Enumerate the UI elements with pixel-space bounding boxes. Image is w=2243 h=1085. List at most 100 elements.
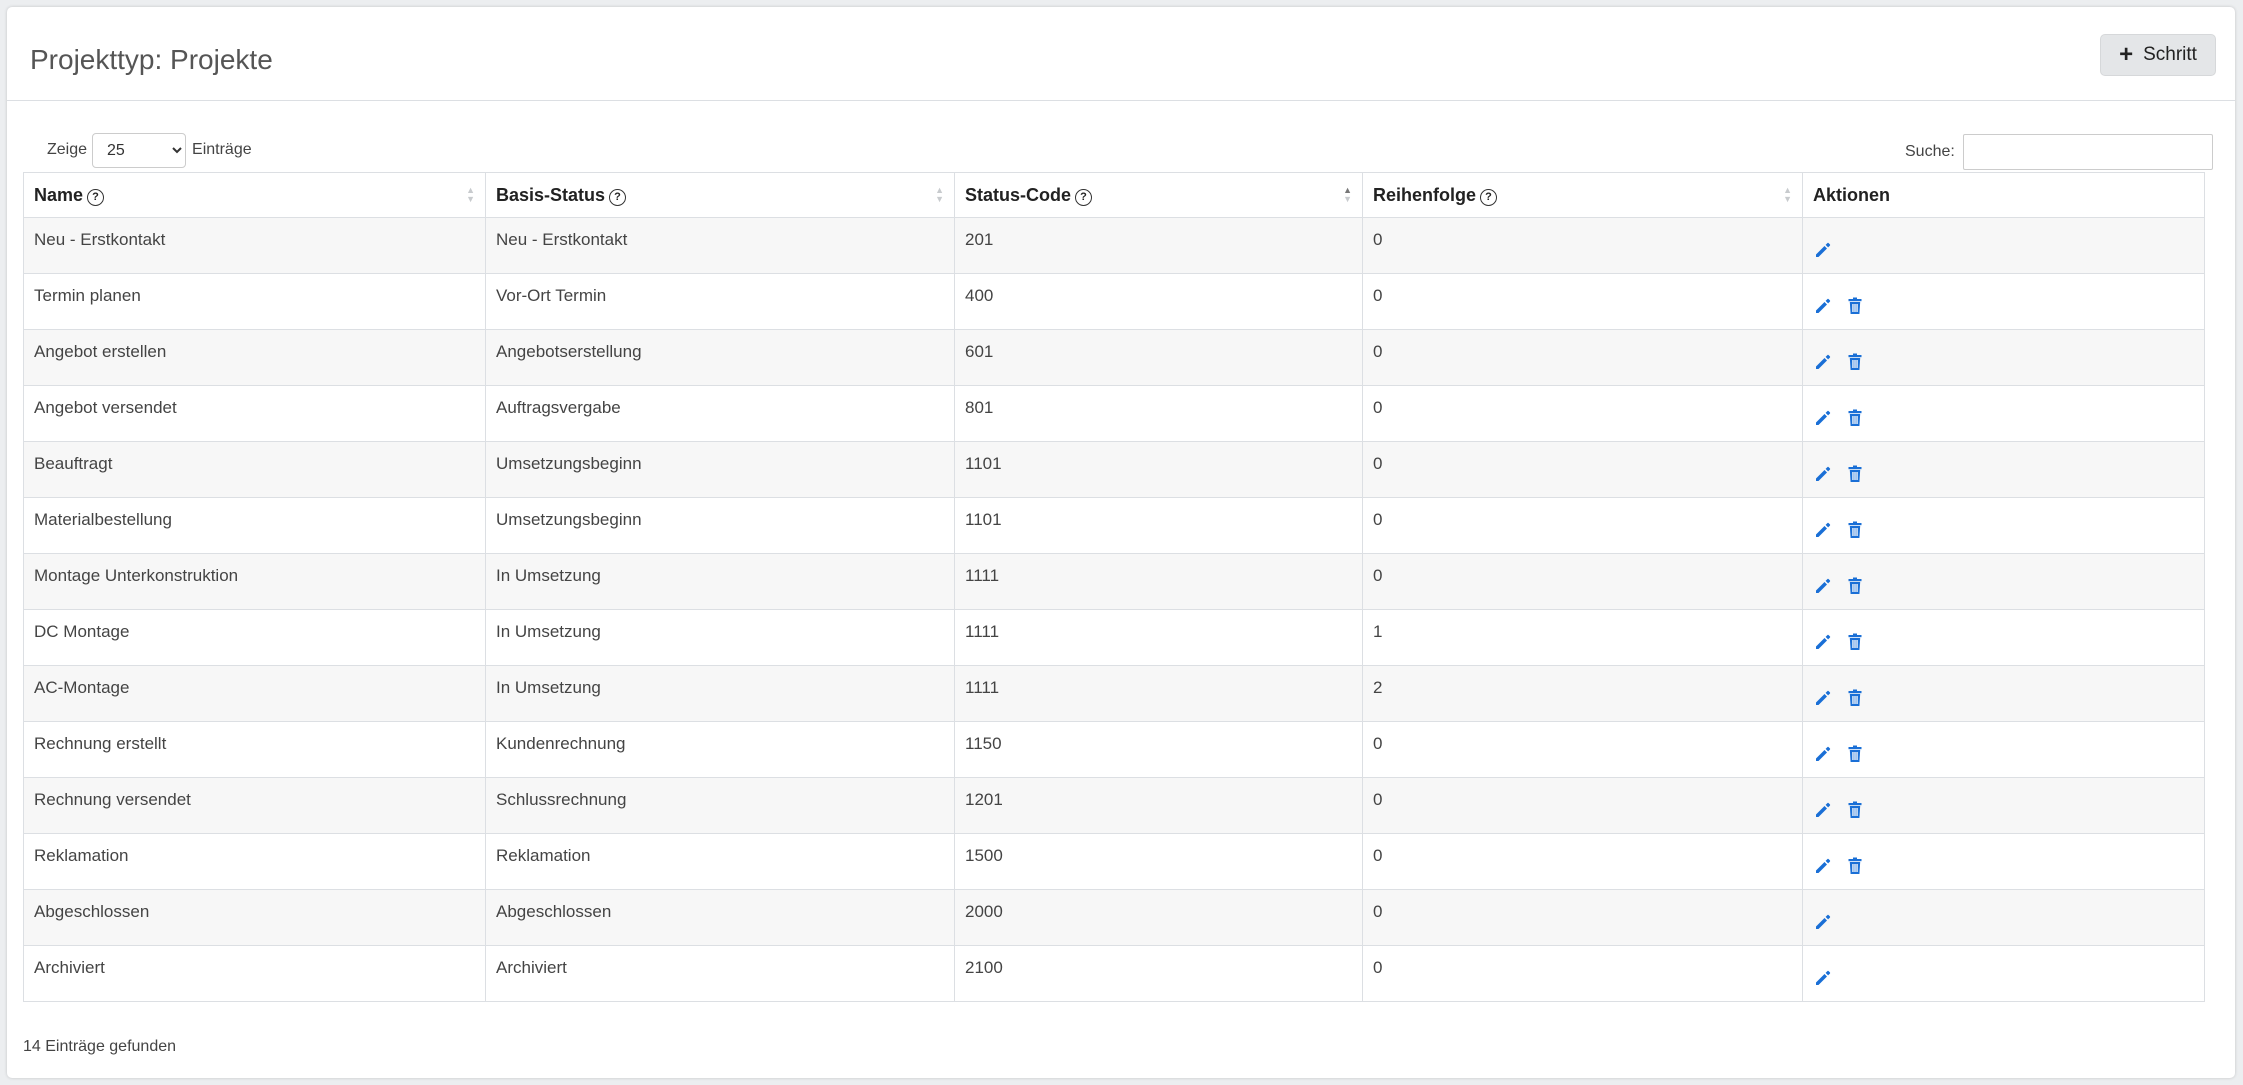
cell-status-code: 2000 bbox=[954, 889, 1363, 946]
column-header-label: Name bbox=[34, 184, 84, 205]
cell-name: Reklamation bbox=[23, 833, 486, 890]
table-row: Archiviert Archiviert 2100 0 bbox=[23, 945, 2205, 1002]
search-input[interactable] bbox=[1962, 134, 2213, 170]
help-icon[interactable]: ? bbox=[1075, 188, 1093, 206]
edit-pencil-icon[interactable] bbox=[1813, 464, 1833, 484]
page-title: Projekttyp: Projekte bbox=[30, 44, 273, 75]
edit-pencil-icon[interactable] bbox=[1813, 520, 1833, 540]
cell-order: 0 bbox=[1362, 385, 1803, 442]
cell-status-code: 201 bbox=[954, 217, 1363, 274]
edit-pencil-icon[interactable] bbox=[1813, 632, 1833, 652]
search-label: Suche: bbox=[1905, 143, 1955, 160]
edit-pencil-icon[interactable] bbox=[1813, 968, 1833, 988]
length-suffix: Einträge bbox=[192, 141, 252, 158]
delete-trash-icon[interactable] bbox=[1845, 632, 1865, 652]
delete-trash-icon[interactable] bbox=[1845, 576, 1865, 596]
help-icon[interactable]: ? bbox=[609, 188, 627, 206]
cell-basis-status: Auftragsvergabe bbox=[485, 385, 955, 442]
edit-pencil-icon[interactable] bbox=[1813, 744, 1833, 764]
cell-status-code: 801 bbox=[954, 385, 1363, 442]
add-step-label: Schritt bbox=[2143, 44, 2197, 65]
column-header-label: Basis-Status bbox=[496, 184, 606, 205]
steps-table: Name? ▲ ▼ Basis-Status? ▲ ▼ Status-Code? ▲ ▼ R… bbox=[23, 172, 2205, 1002]
cell-basis-status: Neu - Erstkontakt bbox=[485, 217, 955, 274]
delete-trash-icon[interactable] bbox=[1845, 520, 1865, 540]
column-header-label: Reihenfolge bbox=[1373, 184, 1477, 205]
cell-order: 0 bbox=[1362, 273, 1803, 330]
cell-basis-status: Schlussrechnung bbox=[485, 777, 955, 834]
cell-actions bbox=[1802, 329, 2205, 386]
column-header-status-code[interactable]: Status-Code? ▲ ▼ bbox=[954, 172, 1363, 218]
edit-pencil-icon[interactable] bbox=[1813, 688, 1833, 708]
edit-pencil-icon[interactable] bbox=[1813, 240, 1833, 260]
cell-name: DC Montage bbox=[23, 609, 486, 666]
cell-order: 0 bbox=[1362, 777, 1803, 834]
search-control: Suche: bbox=[1905, 133, 2213, 171]
cell-order: 0 bbox=[1362, 329, 1803, 386]
edit-pencil-icon[interactable] bbox=[1813, 408, 1833, 428]
length-prefix: Zeige bbox=[47, 141, 88, 158]
table-row: Materialbestellung Umsetzungsbeginn 1101 0 bbox=[23, 497, 2205, 554]
cell-actions bbox=[1802, 441, 2205, 498]
table-row: Abgeschlossen Abgeschlossen 2000 0 bbox=[23, 889, 2205, 946]
delete-trash-icon[interactable] bbox=[1845, 744, 1865, 764]
page-length-control: Zeige 25 Einträge bbox=[47, 132, 252, 168]
cell-actions bbox=[1802, 721, 2205, 778]
cell-name: Materialbestellung bbox=[23, 497, 486, 554]
table-row: Beauftragt Umsetzungsbeginn 1101 0 bbox=[23, 441, 2205, 498]
cell-status-code: 1201 bbox=[954, 777, 1363, 834]
cell-actions bbox=[1802, 273, 2205, 330]
cell-basis-status: Abgeschlossen bbox=[485, 889, 955, 946]
help-icon[interactable]: ? bbox=[87, 188, 105, 206]
delete-trash-icon[interactable] bbox=[1845, 352, 1865, 372]
delete-trash-icon[interactable] bbox=[1845, 464, 1865, 484]
table-row: AC-Montage In Umsetzung 1111 2 bbox=[23, 665, 2205, 722]
cell-basis-status: Reklamation bbox=[485, 833, 955, 890]
table-row: Termin planen Vor-Ort Termin 400 0 bbox=[23, 273, 2205, 330]
delete-trash-icon[interactable] bbox=[1845, 688, 1865, 708]
cell-order: 0 bbox=[1362, 497, 1803, 554]
delete-trash-icon[interactable] bbox=[1845, 296, 1865, 316]
cell-name: AC-Montage bbox=[23, 665, 486, 722]
cell-name: Abgeschlossen bbox=[23, 889, 486, 946]
edit-pencil-icon[interactable] bbox=[1813, 352, 1833, 372]
cell-status-code: 2100 bbox=[954, 945, 1363, 1002]
cell-name: Rechnung erstellt bbox=[23, 721, 486, 778]
add-step-button[interactable]: + Schritt bbox=[2100, 34, 2216, 76]
table-header-row: Name? ▲ ▼ Basis-Status? ▲ ▼ Status-Code? ▲ ▼ R… bbox=[23, 172, 2205, 218]
cell-basis-status: In Umsetzung bbox=[485, 609, 955, 666]
cell-order: 0 bbox=[1362, 889, 1803, 946]
column-header-basis-status[interactable]: Basis-Status? ▲ ▼ bbox=[485, 172, 955, 218]
cell-name: Montage Unterkonstruktion bbox=[23, 553, 486, 610]
table-row: Angebot versendet Auftragsvergabe 801 0 bbox=[23, 385, 2205, 442]
plus-icon: + bbox=[2119, 41, 2134, 68]
cell-status-code: 1111 bbox=[954, 665, 1363, 722]
edit-pencil-icon[interactable] bbox=[1813, 912, 1833, 932]
edit-pencil-icon[interactable] bbox=[1813, 800, 1833, 820]
card-header: Projekttyp: Projekte + Schritt bbox=[7, 7, 2235, 101]
cell-order: 1 bbox=[1362, 609, 1803, 666]
table-row: DC Montage In Umsetzung 1111 1 bbox=[23, 609, 2205, 666]
table-row: Reklamation Reklamation 1500 0 bbox=[23, 833, 2205, 890]
cell-basis-status: Angebotserstellung bbox=[485, 329, 955, 386]
edit-pencil-icon[interactable] bbox=[1813, 856, 1833, 876]
help-icon[interactable]: ? bbox=[1480, 188, 1498, 206]
delete-trash-icon[interactable] bbox=[1845, 856, 1865, 876]
table-body: Neu - Erstkontakt Neu - Erstkontakt 201 0 Te… bbox=[23, 217, 2205, 1002]
column-header-order[interactable]: Reihenfolge? ▲ ▼ bbox=[1362, 172, 1803, 218]
column-header-name[interactable]: Name? ▲ ▼ bbox=[23, 172, 486, 218]
delete-trash-icon[interactable] bbox=[1845, 408, 1865, 428]
delete-trash-icon[interactable] bbox=[1845, 800, 1865, 820]
sort-icon: ▲ ▼ bbox=[1783, 185, 1792, 204]
cell-actions bbox=[1802, 497, 2205, 554]
cell-order: 0 bbox=[1362, 553, 1803, 610]
sort-ascending-icon: ▲ ▼ bbox=[1343, 185, 1352, 204]
cell-name: Neu - Erstkontakt bbox=[23, 217, 486, 274]
edit-pencil-icon[interactable] bbox=[1813, 296, 1833, 316]
page-length-select[interactable]: 25 bbox=[92, 132, 187, 168]
cell-actions bbox=[1802, 385, 2205, 442]
cell-status-code: 601 bbox=[954, 329, 1363, 386]
cell-basis-status: Kundenrechnung bbox=[485, 721, 955, 778]
edit-pencil-icon[interactable] bbox=[1813, 576, 1833, 596]
cell-name: Archiviert bbox=[23, 945, 486, 1002]
